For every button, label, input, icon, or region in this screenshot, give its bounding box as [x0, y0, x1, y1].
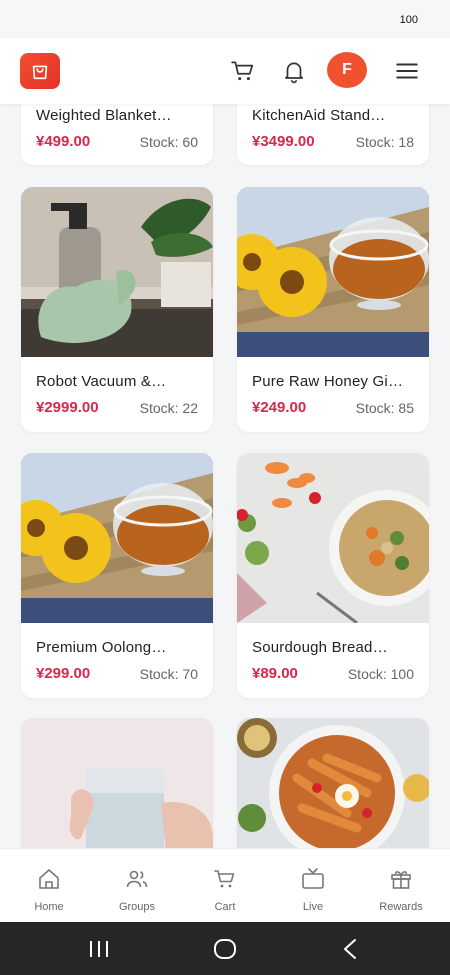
- cart-icon[interactable]: [230, 58, 256, 84]
- product-image: [237, 718, 429, 848]
- tv-icon: [302, 868, 324, 889]
- product-image: [21, 453, 213, 623]
- nav-label: Home: [34, 901, 64, 913]
- product-stock: Stock: 18: [355, 134, 414, 150]
- product-name: Sourdough Bread…: [252, 639, 388, 656]
- product-name: Robot Vacuum &…: [36, 373, 167, 390]
- product-stock: Stock: 22: [139, 400, 198, 416]
- nav-groups[interactable]: Groups: [92, 849, 182, 923]
- product-card[interactable]: Weighted Blanket… ¥499.00 Stock: 60: [21, 104, 213, 165]
- product-price: ¥2999.00: [36, 399, 99, 416]
- product-card[interactable]: Pure Raw Honey Gi… ¥249.00 Stock: 85: [237, 187, 429, 432]
- nav-home[interactable]: Home: [4, 849, 94, 923]
- product-card[interactable]: [237, 718, 429, 848]
- product-card[interactable]: Premium Oolong… ¥299.00 Stock: 70: [21, 453, 213, 698]
- product-stock: Stock: 85: [355, 400, 414, 416]
- product-price: ¥299.00: [36, 665, 91, 682]
- bell-icon[interactable]: [281, 58, 307, 84]
- nav-label: Cart: [214, 901, 236, 913]
- product-price: ¥3499.00: [252, 133, 315, 150]
- gift-icon: [391, 871, 411, 889]
- product-stock: Stock: 70: [139, 666, 198, 682]
- battery-level: 100: [399, 14, 418, 26]
- nav-live[interactable]: Live: [268, 849, 358, 923]
- home-icon: [39, 869, 59, 889]
- product-name: Premium Oolong…: [36, 639, 167, 656]
- system-navigation-bar: [0, 922, 450, 975]
- shopping-bag-icon: [32, 65, 48, 80]
- bottom-navigation: Home Groups Cart Live Rewards: [0, 848, 450, 923]
- product-price: ¥249.00: [252, 399, 307, 416]
- product-price: ¥499.00: [36, 133, 91, 150]
- back-icon[interactable]: [341, 938, 359, 960]
- users-icon: [126, 870, 148, 888]
- product-name: KitchenAid Stand…: [252, 107, 386, 124]
- product-image: [237, 453, 429, 623]
- product-card[interactable]: Robot Vacuum &… ¥2999.00 Stock: 22: [21, 187, 213, 432]
- home-button-icon[interactable]: [213, 938, 237, 960]
- product-stock: Stock: 100: [347, 666, 414, 682]
- cart-icon: [214, 870, 235, 888]
- product-image: [21, 187, 213, 357]
- nav-rewards[interactable]: Rewards: [356, 849, 446, 923]
- product-image: [237, 187, 429, 357]
- menu-icon[interactable]: [394, 58, 420, 84]
- product-price: ¥89.00: [252, 665, 298, 682]
- product-card[interactable]: Sourdough Bread… ¥89.00 Stock: 100: [237, 453, 429, 698]
- nav-cart[interactable]: Cart: [180, 849, 270, 923]
- nav-label: Live: [302, 901, 324, 913]
- nav-label: Groups: [118, 901, 156, 913]
- product-card[interactable]: [21, 718, 213, 848]
- product-name: Pure Raw Honey Gi…: [252, 373, 404, 390]
- product-name: Weighted Blanket…: [36, 107, 172, 124]
- app-header: F: [0, 38, 450, 104]
- app-logo[interactable]: [20, 53, 60, 89]
- avatar[interactable]: F: [327, 52, 367, 88]
- status-bar: 100: [0, 0, 450, 38]
- product-stock: Stock: 60: [139, 134, 198, 150]
- recent-apps-icon[interactable]: [88, 939, 110, 959]
- nav-label: Rewards: [379, 901, 423, 913]
- product-image: [21, 718, 213, 848]
- product-grid[interactable]: Weighted Blanket… ¥499.00 Stock: 60 Kitc…: [0, 104, 450, 848]
- product-card[interactable]: KitchenAid Stand… ¥3499.00 Stock: 18: [237, 104, 429, 165]
